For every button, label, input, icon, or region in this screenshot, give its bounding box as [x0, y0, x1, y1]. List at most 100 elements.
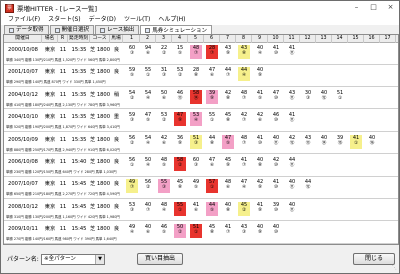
horse-cell[interactable]: 44 ⑫	[302, 179, 314, 193]
tab-data-fetch[interactable]: データ取得	[4, 25, 49, 34]
horse-cell[interactable]: 54 ④	[142, 90, 154, 104]
horse-cell[interactable]: 48 ④	[158, 202, 170, 216]
horse-cell[interactable]	[318, 67, 330, 81]
horse-cell[interactable]: 48 ⑤	[158, 157, 170, 171]
horse-cell[interactable]: 43 ⑧	[238, 45, 250, 59]
horse-cell[interactable]: 39 ⑮	[334, 135, 346, 149]
horse-cell[interactable]: 43 ③	[238, 224, 250, 238]
maximize-button[interactable]: □	[365, 1, 382, 13]
column-header[interactable]: 16	[364, 35, 380, 43]
horse-cell[interactable]: 40 ⑦	[142, 202, 154, 216]
horse-cell[interactable]: 42 ⑫	[286, 135, 298, 149]
horse-cell[interactable]: 45 ⑨	[222, 157, 234, 171]
horse-cell[interactable]	[302, 224, 314, 238]
horse-cell[interactable]: 59 ⑤	[126, 67, 138, 81]
column-header[interactable]: 馬場	[110, 35, 123, 43]
horse-cell[interactable]	[366, 202, 378, 216]
horse-cell[interactable]: 44 ④	[238, 67, 250, 82]
horse-cell[interactable]	[350, 90, 362, 104]
horse-cell[interactable]: 47 ⑤	[222, 134, 234, 149]
horse-cell[interactable]: 48 ⑦	[238, 135, 250, 149]
horse-cell[interactable]: 28 ⑧	[190, 67, 202, 81]
horse-cell[interactable]: 42 ⑧	[222, 90, 234, 104]
horse-cell[interactable]: 44 ⑤	[206, 201, 218, 216]
column-header[interactable]: 4	[172, 35, 188, 43]
horse-cell[interactable]: 44 ⑦	[222, 67, 234, 81]
horse-cell[interactable]	[318, 202, 330, 216]
horse-cell[interactable]: 40 ⑭	[318, 135, 330, 149]
column-header[interactable]: 発走時刻	[68, 35, 90, 43]
horse-cell[interactable]: 53 ②	[158, 112, 170, 126]
pattern-select[interactable]: ※全パターン ▼	[41, 254, 105, 265]
horse-cell[interactable]: 55 ①	[174, 201, 186, 216]
horse-cell[interactable]	[318, 224, 330, 238]
horse-cell[interactable]: 55 ③	[158, 179, 170, 194]
horse-cell[interactable]: 51 ①	[334, 90, 346, 104]
horse-cell[interactable]: 44 ⑪	[286, 157, 298, 171]
horse-cell[interactable]	[318, 112, 330, 126]
column-header[interactable]: R	[58, 35, 68, 43]
horse-cell[interactable]: 41 ⑪	[286, 112, 298, 126]
horse-cell[interactable]: 41 ⑩	[254, 135, 266, 149]
race-row[interactable]: 2004/10/12 東京 11 15:35 芝 1800 稍 54 ② 54 ④ 50 ⑥ 46 ⑬ 58…	[4, 89, 398, 110]
horse-cell[interactable]: 50 ④	[142, 157, 154, 171]
horse-cell[interactable]	[366, 179, 378, 193]
column-header[interactable]: 5	[188, 35, 204, 43]
horse-cell[interactable]	[382, 45, 394, 59]
horse-cell[interactable]: 41 ①	[350, 134, 362, 149]
horse-cell[interactable]: 54 ④	[142, 135, 154, 149]
horse-cell[interactable]: 50 ⑥	[158, 90, 170, 104]
horse-cell[interactable]: 40 ⑪	[270, 135, 282, 149]
menu-help[interactable]: ヘルプ(H)	[154, 15, 189, 25]
horse-cell[interactable]: 43 ⑪	[286, 90, 298, 104]
horse-cell[interactable]: 42 ⑥	[158, 135, 170, 149]
horse-cell[interactable]	[366, 224, 378, 238]
horse-cell[interactable]: 47 ④	[238, 179, 250, 193]
race-row[interactable]: 2004/10/10 東京 11 15:35 芝 1800 重 59 ③ 47 ⑤ 53 ② 47 ⑨ 53…	[4, 111, 398, 132]
horse-cell[interactable]: 41 ⑦	[238, 157, 250, 171]
resize-grip-icon[interactable]: ⋱	[392, 265, 397, 272]
horse-cell[interactable]	[350, 202, 362, 216]
column-header[interactable]: 11	[284, 35, 300, 43]
column-header[interactable]: 10	[268, 35, 284, 43]
horse-cell[interactable]: 40 ⑫	[318, 90, 330, 104]
column-header[interactable]: コース	[90, 35, 110, 43]
horse-cell[interactable]: 41 ⑦	[222, 224, 234, 238]
horse-cell[interactable]: 57 ①	[206, 179, 218, 194]
horse-cell[interactable]	[382, 67, 394, 81]
horse-cell[interactable]	[302, 45, 314, 59]
horse-cell[interactable]	[334, 179, 346, 193]
horse-cell[interactable]	[318, 179, 330, 193]
horse-cell[interactable]	[302, 67, 314, 81]
race-row[interactable]: 2006/10/08 東京 11 15:40 芝 1800 良 56 ① 50 ④ 48 ⑤ 58 ② 60…	[4, 156, 398, 177]
horse-cell[interactable]	[366, 157, 378, 171]
horse-cell[interactable]: 40 ⑧	[222, 202, 234, 216]
horse-cell[interactable]: 40 ⑧	[254, 157, 266, 171]
horse-cell[interactable]: 47 ⑥	[206, 157, 218, 171]
horse-cell[interactable]: 60 ③	[126, 45, 138, 59]
column-header[interactable]: 14	[332, 35, 348, 43]
horse-cell[interactable]: 40 ⑪	[286, 202, 298, 216]
horse-cell[interactable]: 45 ⑧	[222, 112, 234, 126]
menu-file[interactable]: ファイル(F)	[4, 15, 44, 25]
tab-race-extract[interactable]: レース抽出	[95, 25, 140, 34]
horse-cell[interactable]: 47 ⑤	[142, 112, 154, 126]
horse-cell[interactable]: 50 ②	[174, 224, 186, 239]
horse-cell[interactable]	[334, 224, 346, 238]
horse-cell[interactable]: 15 ⑤	[174, 45, 186, 59]
horse-cell[interactable]: 42 ⑥	[254, 112, 266, 126]
horse-cell[interactable]: 44 ⑧	[206, 135, 218, 149]
horse-cell[interactable]: 40 ⑩	[270, 224, 282, 238]
horse-cell[interactable]: 49 ④	[126, 224, 138, 238]
race-row[interactable]: 2001/10/07 東京 11 15:35 芝 1800 良 59 ⑤ 55 ① 31 ③ 53 ② 28…	[4, 66, 398, 87]
horse-cell[interactable]: 46 ⑤	[158, 224, 170, 238]
horse-cell[interactable]: 46 ⑩	[270, 112, 282, 126]
column-header[interactable]: 8	[236, 35, 252, 43]
horse-cell[interactable]: 41 ⑥	[190, 202, 202, 216]
menu-start[interactable]: スタート(S)	[44, 15, 85, 25]
horse-cell[interactable]: 40 ⑨	[254, 224, 266, 238]
column-header[interactable]: 9	[252, 35, 268, 43]
horse-cell[interactable]	[270, 67, 282, 81]
race-row[interactable]: 2005/10/09 東京 11 15:35 芝 1800 良 56 ② 54 ④ 42 ⑥ 36 ⑨ 51…	[4, 134, 398, 155]
horse-cell[interactable]	[350, 112, 362, 126]
